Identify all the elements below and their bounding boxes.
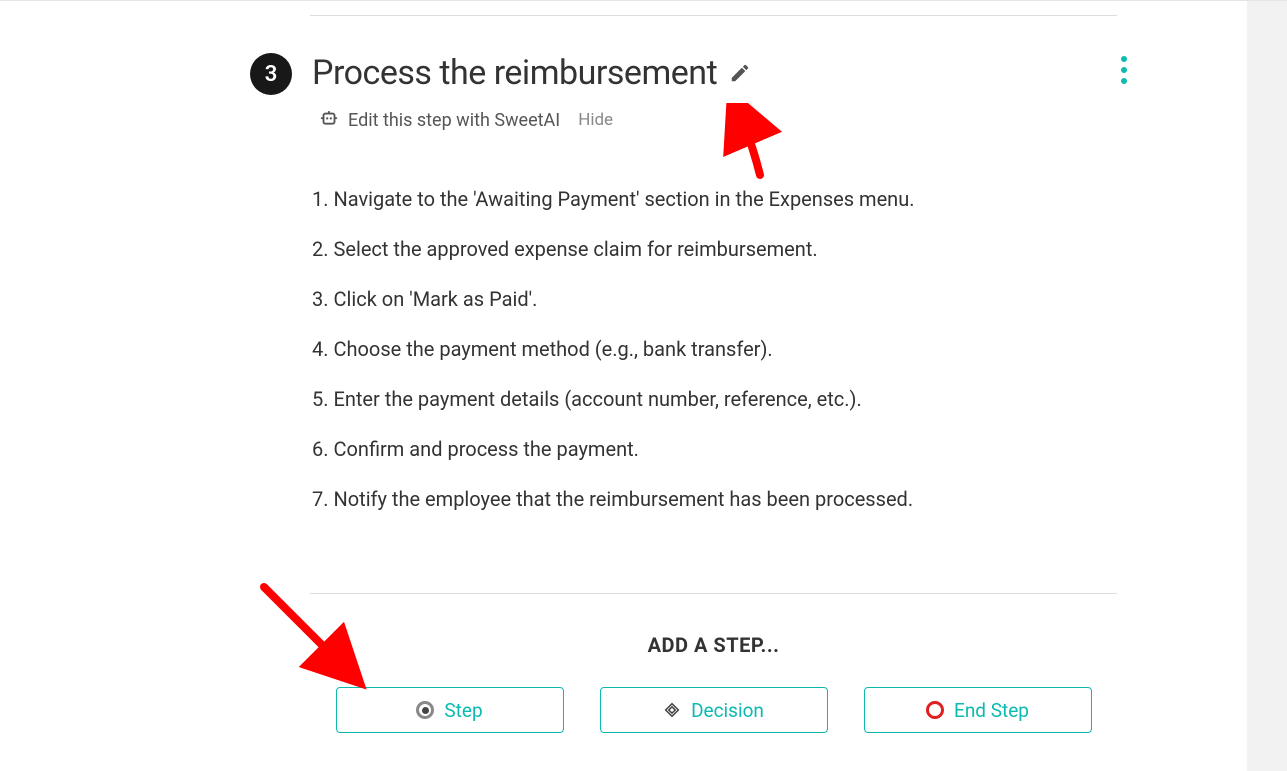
divider-bottom (310, 593, 1117, 594)
add-step-button-label: Step (444, 699, 482, 722)
pencil-icon[interactable] (729, 62, 751, 84)
instruction-item: 7. Notify the employee that the reimburs… (312, 487, 1136, 511)
step-title-row: Process the reimbursement (312, 53, 1136, 93)
instruction-item: 6. Confirm and process the payment. (312, 437, 1136, 461)
add-decision-button-label: Decision (691, 699, 764, 722)
more-options-icon[interactable] (1112, 55, 1136, 85)
robot-icon (318, 109, 340, 131)
instruction-item: 3. Click on 'Mark as Paid'. (312, 287, 1136, 311)
step-number-text: 3 (265, 62, 278, 87)
instruction-item: 4. Choose the payment method (e.g., bank… (312, 337, 1136, 361)
hide-link[interactable]: Hide (578, 110, 613, 130)
step-card: 3 Process the reimbursement Edit this st… (256, 53, 1136, 537)
step-title: Process the reimbursement (312, 53, 717, 93)
step-number-badge: 3 (250, 53, 292, 95)
end-step-circle-icon (926, 701, 944, 719)
add-step-button[interactable]: Step (336, 687, 564, 733)
add-step-section: ADD A STEP... Step Decision End Step (310, 633, 1117, 733)
add-step-buttons: Step Decision End Step (310, 687, 1117, 733)
instruction-item: 1. Navigate to the 'Awaiting Payment' se… (312, 187, 1136, 211)
instruction-list: 1. Navigate to the 'Awaiting Payment' se… (312, 187, 1136, 511)
instruction-item: 2. Select the approved expense claim for… (312, 237, 1136, 261)
add-decision-button[interactable]: Decision (600, 687, 828, 733)
step-subtitle-row: Edit this step with SweetAI Hide (318, 109, 1136, 131)
instruction-item: 5. Enter the payment details (account nu… (312, 387, 1136, 411)
divider-top (310, 15, 1117, 16)
decision-diamond-icon (663, 701, 681, 719)
step-dot-icon (416, 701, 434, 719)
page-canvas: 3 Process the reimbursement Edit this st… (0, 0, 1287, 771)
add-step-label: ADD A STEP... (310, 633, 1117, 657)
add-end-step-button-label: End Step (954, 699, 1029, 722)
add-end-step-button[interactable]: End Step (864, 687, 1092, 733)
right-gutter (1247, 1, 1287, 771)
edit-with-ai-link[interactable]: Edit this step with SweetAI (348, 110, 560, 131)
